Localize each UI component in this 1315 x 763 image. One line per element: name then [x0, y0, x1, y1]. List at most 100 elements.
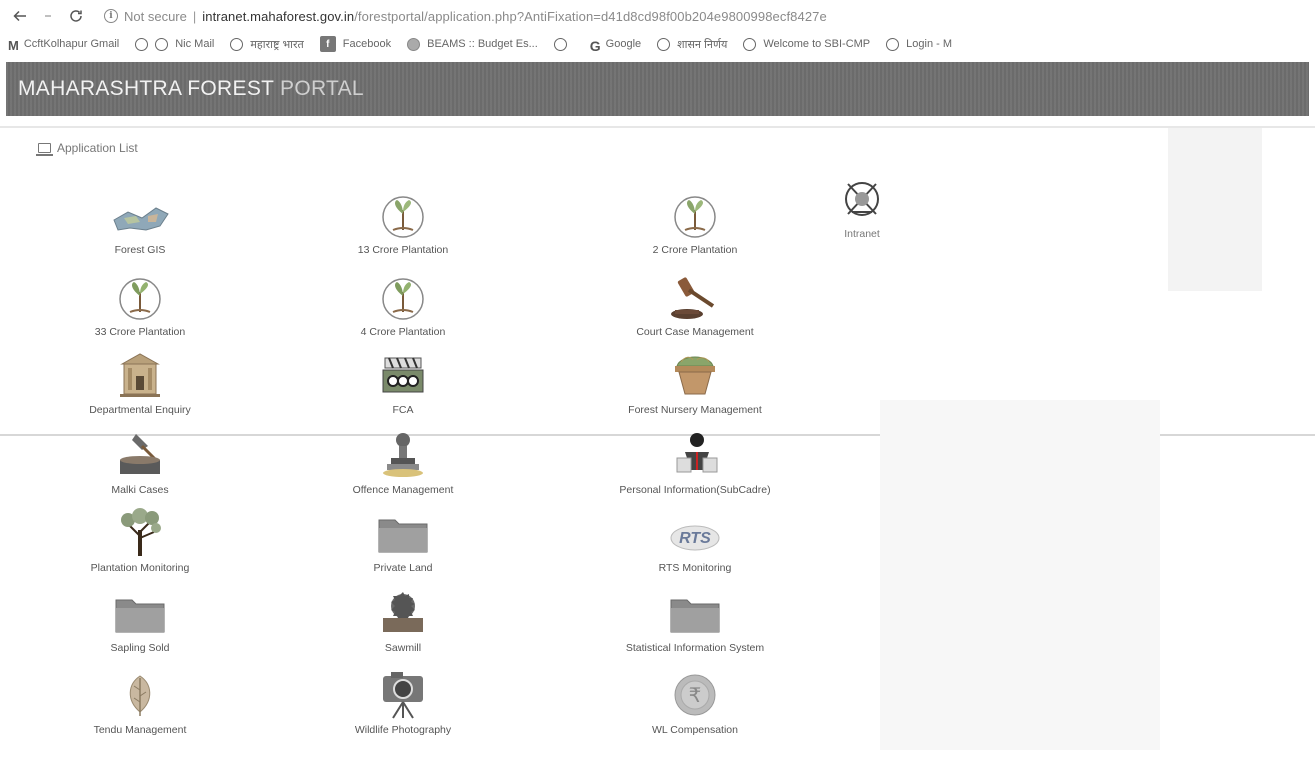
svg-text:₹: ₹	[689, 683, 702, 707]
app-label: Court Case Management	[636, 326, 754, 338]
scan-artifact	[880, 400, 1160, 750]
app-intranet[interactable]: Intranet	[752, 174, 972, 240]
address-bar[interactable]: intranet.mahaforest.gov.in/forestportal/…	[202, 9, 827, 24]
app-wildlife-photography[interactable]: Wildlife Photography	[293, 670, 513, 736]
browser-toolbar: i Not secure | intranet.mahaforest.gov.i…	[0, 0, 1315, 32]
axe-stump-icon	[100, 430, 180, 480]
app-label: Sawmill	[384, 642, 422, 654]
app-court-case-management[interactable]: Court Case Management	[585, 272, 805, 338]
globe-icon	[886, 37, 900, 51]
bookmark-nic-mail[interactable]: Nic Mail	[135, 37, 215, 51]
folder-icon	[100, 588, 180, 638]
bookmark-login[interactable]: Login - M	[886, 37, 953, 51]
app-offence-management[interactable]: Offence Management	[293, 430, 513, 496]
app-label: Forest GIS	[114, 244, 166, 256]
bookmark-label: Login - M	[906, 38, 953, 50]
globe-icon	[743, 37, 757, 51]
app-statistical-information-system[interactable]: Statistical Information System	[585, 588, 805, 654]
app-label: FCA	[392, 404, 414, 416]
bookmark-facebook[interactable]: f Facebook	[319, 36, 392, 52]
building-icon	[100, 350, 180, 400]
leaf-icon	[100, 670, 180, 720]
bookmark-label: Google	[605, 38, 642, 50]
app-label: Private Land	[373, 562, 433, 574]
camera-icon	[363, 670, 443, 720]
app-label: Intranet	[844, 228, 880, 240]
scan-artifact	[1168, 128, 1262, 291]
globe-icon	[553, 37, 567, 51]
bookmark-label: शासन निर्णय	[677, 38, 728, 51]
sapling-icon	[655, 190, 735, 240]
sapling-icon	[363, 272, 443, 322]
beams-icon	[407, 37, 421, 51]
back-button[interactable]	[6, 4, 34, 28]
film-icon	[363, 350, 443, 400]
app-departmental-enquiry[interactable]: Departmental Enquiry	[30, 350, 250, 416]
info-icon: i	[104, 9, 118, 23]
app-personal-information-subcadre[interactable]: Personal Information(SubCadre)	[585, 430, 805, 496]
bookmark-sbi-cmp[interactable]: Welcome to SBI-CMP	[743, 37, 871, 51]
sapling-icon	[363, 190, 443, 240]
security-label: Not secure	[124, 8, 187, 24]
svg-text:RTS: RTS	[679, 530, 711, 547]
app-33-crore-plantation[interactable]: 33 Crore Plantation	[30, 272, 250, 338]
bookmark-label: Nic Mail	[175, 38, 215, 50]
gavel-icon	[655, 272, 735, 322]
globe-icon	[657, 37, 671, 51]
portal-title[interactable]: MAHARASHTRA FOREST PORTAL	[18, 77, 364, 101]
url-path: /forestportal/application.php?AntiFixati…	[354, 8, 827, 24]
reload-button[interactable]	[62, 4, 90, 28]
app-label: Malki Cases	[111, 484, 169, 496]
portal-header: MAHARASHTRA FOREST PORTAL	[6, 62, 1309, 116]
app-label: Sapling Sold	[110, 642, 170, 654]
bookmarks-bar: M CcftKolhapur Gmail Nic Mail महाराष्ट्र …	[0, 32, 1315, 56]
app-sawmill[interactable]: Sawmill	[293, 588, 513, 654]
app-rts-monitoring[interactable]: RTS RTS Monitoring	[585, 508, 805, 574]
app-plantation-monitoring[interactable]: Plantation Monitoring	[30, 508, 250, 574]
app-label: Forest Nursery Management	[628, 404, 762, 416]
site-info[interactable]: i Not secure |	[104, 9, 202, 24]
person-icon	[655, 430, 735, 480]
bookmark-label: Welcome to SBI-CMP	[763, 38, 871, 50]
bookmark-label: Facebook	[342, 38, 392, 50]
app-label: 2 Crore Plantation	[652, 244, 738, 256]
app-fca[interactable]: FCA	[293, 350, 513, 416]
globe-icon	[230, 37, 244, 51]
app-13-crore-plantation[interactable]: 13 Crore Plantation	[293, 190, 513, 256]
tree-icon	[100, 508, 180, 558]
folder-icon	[363, 508, 443, 558]
bookmark-gmail[interactable]: M CcftKolhapur Gmail	[8, 37, 119, 53]
app-label: Wildlife Photography	[354, 724, 452, 736]
globe-network-icon	[822, 174, 902, 224]
app-malki-cases[interactable]: Malki Cases	[30, 430, 250, 496]
bookmark-google[interactable]: G Google	[590, 38, 642, 54]
app-4-crore-plantation[interactable]: 4 Crore Plantation	[293, 272, 513, 338]
bookmark-untitled[interactable]	[553, 37, 574, 51]
app-label: Statistical Information System	[625, 642, 765, 654]
app-label: 13 Crore Plantation	[357, 244, 449, 256]
app-wl-compensation[interactable]: ₹ WL Compensation	[585, 670, 805, 736]
app-label: Personal Information(SubCadre)	[619, 484, 771, 496]
bookmark-shasan-nirnay[interactable]: शासन निर्णय	[657, 37, 727, 52]
app-forest-nursery-management[interactable]: Forest Nursery Management	[585, 350, 805, 416]
bookmark-beams[interactable]: BEAMS :: Budget Es...	[407, 37, 538, 51]
app-private-land[interactable]: Private Land	[293, 508, 513, 574]
app-label: 33 Crore Plantation	[94, 326, 186, 338]
application-list-heading: Application List	[36, 141, 138, 156]
app-label: Tendu Management	[93, 724, 187, 736]
app-tendu-management[interactable]: Tendu Management	[30, 670, 250, 736]
bookmark-maharashtra-bharat[interactable]: महाराष्ट्र भारत	[230, 37, 304, 52]
forward-button[interactable]	[34, 4, 62, 28]
map-icon	[100, 190, 180, 240]
plant-pot-icon	[655, 350, 735, 400]
portal-title-bold: MAHARASHTRA FOREST	[18, 77, 274, 100]
gmail-icon: M	[8, 37, 19, 53]
globe-icon	[155, 37, 169, 51]
app-forest-gis[interactable]: Forest GIS	[30, 190, 250, 256]
app-sapling-sold[interactable]: Sapling Sold	[30, 588, 250, 654]
app-label: WL Compensation	[652, 724, 738, 736]
sapling-icon	[100, 272, 180, 322]
folder-icon	[655, 588, 735, 638]
app-label: Offence Management	[352, 484, 454, 496]
portal-title-light: PORTAL	[273, 77, 364, 100]
